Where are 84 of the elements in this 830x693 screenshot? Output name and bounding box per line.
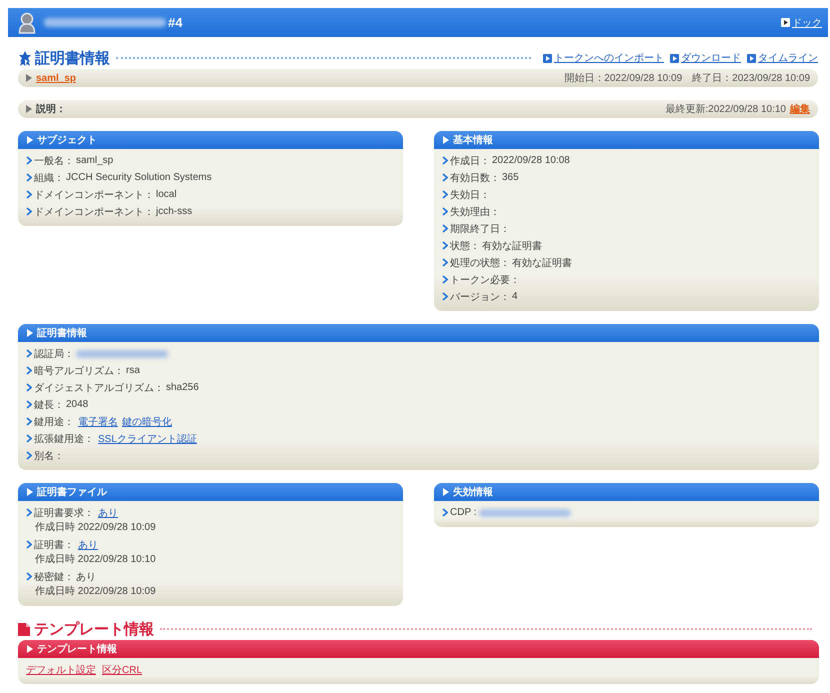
field-label: 鍵長： <box>34 398 64 412</box>
triangle-icon <box>443 136 449 144</box>
triangle-icon <box>27 645 33 653</box>
chevron-icon <box>26 572 32 581</box>
field-value: 4 <box>512 291 518 302</box>
chevron-icon <box>442 508 448 517</box>
field-label: ドメインコンポーネント： <box>34 206 154 218</box>
play-icon <box>747 54 756 62</box>
certificate-link[interactable]: saml_sp <box>36 72 76 84</box>
field-value: sha256 <box>166 382 199 393</box>
panel-title: 基本情報 <box>453 134 493 147</box>
field-label: 証明書要求： <box>34 506 94 520</box>
field-value: rsa <box>126 365 140 376</box>
panel-title: 証明書情報 <box>37 326 87 340</box>
toolbar-link[interactable]: ダウンロード <box>670 51 741 65</box>
field-value: 2022/09/28 10:08 <box>492 155 570 166</box>
field-label: ドメインコンポーネント： <box>34 188 154 202</box>
panel-title: テンプレート情報 <box>37 642 117 656</box>
section-title: 証明書情報 <box>35 48 110 68</box>
user-icon <box>18 12 36 34</box>
field-label: 失効理由： <box>450 206 500 218</box>
field-label: 処理の状態： <box>450 256 510 270</box>
value-link[interactable]: 電子署名 <box>78 414 118 428</box>
dock-link[interactable]: ドック <box>781 16 822 30</box>
chevron-icon <box>26 540 32 549</box>
field-label: 状態： <box>450 240 480 252</box>
field-label: 暗号アルゴリズム： <box>34 364 124 378</box>
window-title: #4 <box>168 15 184 30</box>
edit-link[interactable]: 編集 <box>790 102 810 116</box>
document-icon <box>18 622 31 636</box>
field-value: jcch-sss <box>156 206 192 217</box>
play-icon <box>781 18 790 27</box>
triangle-icon <box>27 488 33 496</box>
field-label: トークン必要： <box>450 274 520 286</box>
field-value: 有効な証明書 <box>512 256 572 270</box>
play-icon <box>670 54 679 62</box>
field-label: 認証局： <box>34 348 74 360</box>
field-value: local <box>156 189 177 200</box>
field-label: 有効日数： <box>450 172 500 184</box>
field-value: saml_sp <box>76 155 114 166</box>
field-label: 証明書： <box>34 538 74 552</box>
triangle-icon <box>443 488 449 496</box>
field-value: JCCH Security Solution Systems <box>66 172 212 183</box>
triangle-icon <box>26 74 32 82</box>
field-label: バージョン： <box>450 290 510 304</box>
panel-title: 証明書ファイル <box>37 486 107 499</box>
field-label: 鍵用途： <box>34 416 74 428</box>
timestamp: 作成日時 2022/09/28 10:09 <box>34 521 157 534</box>
field-label: 失効日： <box>450 188 490 202</box>
field-label: ダイジェストアルゴリズム： <box>34 382 164 394</box>
description-label: 説明： <box>36 102 66 116</box>
triangle-icon <box>26 105 32 113</box>
field-label: 一般名： <box>34 154 74 168</box>
field-value: 365 <box>502 172 519 183</box>
badge-icon <box>18 50 32 66</box>
field-label: CDP : <box>450 507 476 518</box>
field-label: 作成日： <box>450 154 490 168</box>
timestamp: 作成日時 2022/09/28 10:09 <box>34 585 157 598</box>
field-label: 別名： <box>34 450 64 462</box>
section-title: テンプレート情報 <box>34 620 154 638</box>
field-label: 期限終了日： <box>450 222 510 236</box>
last-updated: 最終更新:2022/09/28 10:10 <box>665 102 786 116</box>
value-link[interactable]: SSLクライアント認証 <box>98 432 197 446</box>
play-icon <box>543 54 552 62</box>
value-link[interactable]: あり <box>98 506 118 520</box>
toolbar-link[interactable]: タイムライン <box>747 51 818 65</box>
toolbar-link[interactable]: トークンへのインポート <box>543 51 664 65</box>
field-value: あり <box>76 570 96 584</box>
template-link[interactable]: デフォルト設定 <box>26 662 96 676</box>
value-link[interactable]: あり <box>78 538 98 552</box>
field-label: 組織： <box>34 172 64 184</box>
panel-title: サブジェクト <box>37 134 97 147</box>
template-link[interactable]: 区分CRL <box>102 662 142 676</box>
timestamp: 作成日時 2022/09/28 10:10 <box>34 553 157 566</box>
panel-title: 失効情報 <box>453 486 493 499</box>
date-range: 開始日：2022/09/28 10:09 終了日：2023/09/28 10:09 <box>564 72 810 85</box>
chevron-icon <box>26 508 32 517</box>
field-value: 有効な証明書 <box>482 240 542 252</box>
field-value: 2048 <box>66 399 88 410</box>
field-label: 秘密鍵： <box>34 570 74 584</box>
triangle-icon <box>27 329 33 337</box>
field-label: 拡張鍵用途： <box>34 432 94 446</box>
value-link[interactable]: 鍵の暗号化 <box>122 414 172 428</box>
triangle-icon <box>27 136 33 144</box>
